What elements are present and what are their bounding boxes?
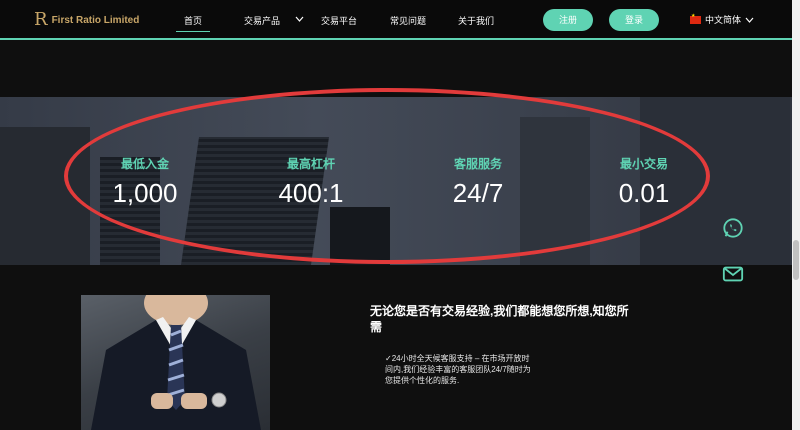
feature-text: ✓24小时全天候客服支持 – 在市场开放时间内,我们经验丰富的客服团队24/7随… (385, 354, 531, 385)
top-nav: R First Ratio Limited 首页 交易产品 交易平台 常见问题 … (0, 0, 792, 40)
chevron-down-icon (745, 17, 754, 23)
login-button[interactable]: 登录 (609, 9, 659, 31)
logo[interactable]: R First Ratio Limited (34, 11, 139, 29)
brand-name: First Ratio Limited (51, 14, 140, 26)
nav-platform[interactable]: 交易平台 (321, 14, 357, 27)
highlight-oval (64, 88, 710, 264)
page-scrollbar[interactable] (792, 0, 800, 430)
businessman-photo (81, 295, 270, 430)
register-button[interactable]: 注册 (543, 9, 593, 31)
chevron-down-icon[interactable] (295, 16, 304, 22)
nav-home[interactable]: 首页 (175, 14, 211, 32)
logo-mark: R (34, 9, 48, 30)
scrollbar-thumb[interactable] (793, 240, 799, 280)
nav-about[interactable]: 关于我们 (458, 14, 494, 27)
whatsapp-icon[interactable] (722, 217, 744, 239)
china-flag-icon (690, 13, 701, 24)
email-icon[interactable] (722, 263, 744, 285)
section-heading: 无论您是否有交易经验,我们都能想您所想,知您所需 (370, 304, 629, 334)
nav-products[interactable]: 交易产品 (244, 14, 280, 27)
language-label: 中文简体 (705, 15, 742, 25)
nav-faq[interactable]: 常见问题 (390, 14, 426, 27)
language-selector[interactable]: 中文简体 (690, 13, 754, 26)
